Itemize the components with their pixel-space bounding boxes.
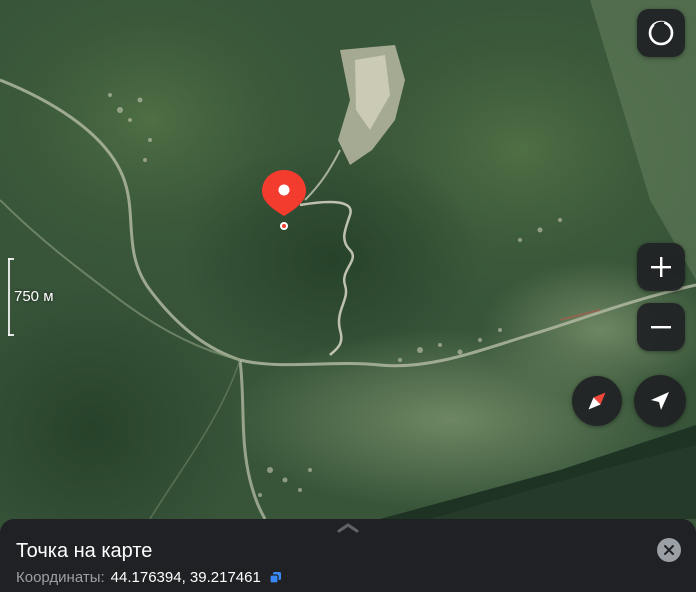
scale-bar	[8, 258, 14, 336]
compass-icon	[588, 392, 606, 410]
close-button[interactable]	[657, 538, 681, 562]
map-marker[interactable]	[260, 168, 308, 232]
zoom-out-button[interactable]	[637, 303, 685, 351]
location-pin-icon	[262, 170, 306, 230]
sheet-title: Точка на карте	[16, 540, 153, 562]
satellite-imagery	[0, 0, 696, 592]
minus-icon	[651, 326, 671, 329]
chevron-up-icon[interactable]	[337, 523, 359, 533]
close-icon	[664, 545, 674, 555]
zoom-in-button[interactable]	[637, 243, 685, 291]
map-scale: 750 м	[8, 258, 68, 336]
satellite-map[interactable]: 750 м	[0, 0, 696, 592]
compass-button[interactable]	[572, 376, 622, 426]
plus-icon	[651, 257, 671, 277]
location-arrow-icon	[651, 392, 669, 410]
coordinates-value[interactable]: 44.176394, 39.217461	[111, 569, 261, 586]
coordinates-label: Координаты:	[16, 569, 105, 586]
layers-button[interactable]	[637, 9, 685, 57]
layers-ring-icon	[648, 20, 674, 46]
coordinates-row: Координаты: 44.176394, 39.217461	[16, 569, 282, 586]
locate-me-button[interactable]	[634, 375, 686, 427]
copy-icon[interactable]	[269, 571, 282, 584]
scale-label: 750 м	[14, 288, 54, 305]
point-info-sheet[interactable]: Точка на карте Координаты: 44.176394, 39…	[0, 519, 696, 592]
